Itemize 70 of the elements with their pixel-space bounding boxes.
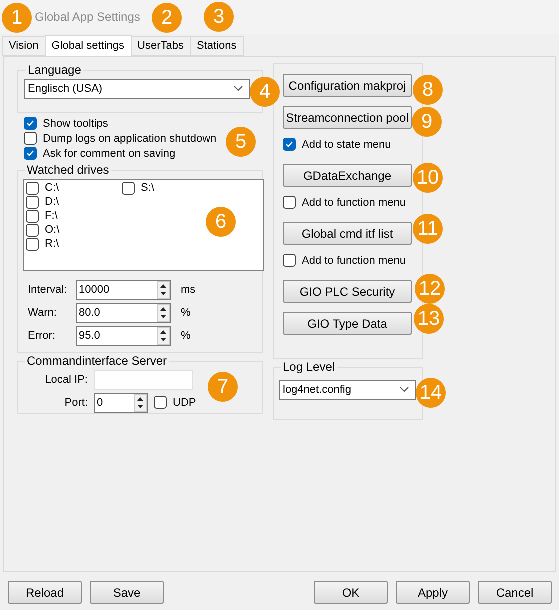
- checkbox[interactable]: [283, 138, 296, 151]
- drive-label: O:\: [45, 224, 60, 236]
- window-title: Global App Settings: [35, 10, 140, 24]
- number-field[interactable]: 95.0: [76, 326, 171, 346]
- checkbox[interactable]: [283, 196, 296, 209]
- checkbox[interactable]: [24, 117, 37, 130]
- spin-arrows-icon[interactable]: [157, 326, 170, 344]
- drive-label: S:\: [141, 182, 154, 194]
- checkbox-label: Add to state menu: [302, 138, 392, 150]
- check-icon: [26, 119, 35, 128]
- spin-arrows-icon[interactable]: [157, 304, 170, 322]
- checkbox-label: Add to function menu: [302, 196, 406, 208]
- action-button[interactable]: GDataExchange: [283, 164, 412, 187]
- footer-button[interactable]: Apply: [396, 581, 470, 604]
- unit-label: ms: [181, 284, 196, 296]
- drive-label: D:\: [45, 196, 60, 208]
- checkbox[interactable]: [24, 132, 37, 145]
- tab[interactable]: Stations: [190, 36, 244, 56]
- number-field[interactable]: 80.0: [76, 302, 171, 322]
- checkbox[interactable]: [26, 238, 39, 250]
- group-title: Language: [27, 63, 82, 77]
- footer-button[interactable]: Save: [90, 581, 164, 604]
- ip-field[interactable]: [94, 370, 193, 390]
- spin-arrows-icon[interactable]: [134, 394, 147, 412]
- footer-button[interactable]: Cancel: [478, 581, 552, 604]
- field-label: Interval:: [28, 284, 68, 296]
- checkbox[interactable]: [26, 224, 39, 236]
- number-field[interactable]: 10000: [76, 280, 171, 300]
- checkbox-label: Dump logs on application shutdown: [43, 132, 217, 144]
- check-icon: [285, 140, 294, 149]
- language-dropdown[interactable]: Englisch (USA): [24, 79, 250, 99]
- checkbox-label: Add to function menu: [302, 254, 406, 266]
- checkbox[interactable]: [26, 182, 39, 194]
- port-field[interactable]: 0: [94, 392, 148, 412]
- field-label: Local IP:: [44, 374, 88, 386]
- log-level-dropdown[interactable]: log4net.config: [279, 380, 416, 400]
- field-label: Error:: [28, 330, 56, 342]
- drive-label: F:\: [45, 210, 58, 222]
- tab[interactable]: Vision: [2, 36, 46, 56]
- checkbox-label: Show tooltips: [43, 118, 108, 130]
- drive-label: C:\: [45, 182, 60, 194]
- tab[interactable]: UserTabs: [130, 36, 191, 56]
- footer-button[interactable]: OK: [314, 581, 388, 604]
- checkbox[interactable]: [283, 254, 296, 267]
- action-button[interactable]: GIO Type Data: [283, 312, 412, 335]
- checkbox[interactable]: [122, 182, 135, 194]
- field-label: Port:: [64, 396, 88, 408]
- unit-label: %: [181, 330, 191, 342]
- spin-arrows-icon[interactable]: [157, 280, 170, 298]
- checkbox-label: UDP: [173, 396, 196, 408]
- unit-label: %: [181, 306, 191, 318]
- checkbox[interactable]: [26, 196, 39, 208]
- group-title: Watched drives: [26, 163, 110, 177]
- action-button[interactable]: GIO PLC Security: [283, 280, 412, 303]
- checkbox[interactable]: [154, 396, 167, 409]
- field-label: Warn:: [28, 306, 58, 318]
- checkbox-label: Ask for comment on saving: [43, 148, 176, 160]
- check-icon: [26, 149, 35, 158]
- checkbox[interactable]: [26, 210, 39, 222]
- action-button[interactable]: Global cmd itf list: [283, 222, 412, 245]
- action-button[interactable]: Configuration makproj: [283, 74, 412, 97]
- group-title: Commandinterface Server: [26, 354, 168, 368]
- tab[interactable]: Global settings: [44, 35, 132, 56]
- drive-label: R:\: [45, 238, 60, 250]
- footer-button[interactable]: Reload: [8, 581, 82, 604]
- action-button[interactable]: Streamconnection pool: [283, 106, 412, 129]
- group-title: Log Level: [282, 360, 336, 374]
- chevron-down-icon: [400, 387, 409, 393]
- checkbox[interactable]: [24, 147, 37, 160]
- chevron-down-icon: [234, 86, 243, 92]
